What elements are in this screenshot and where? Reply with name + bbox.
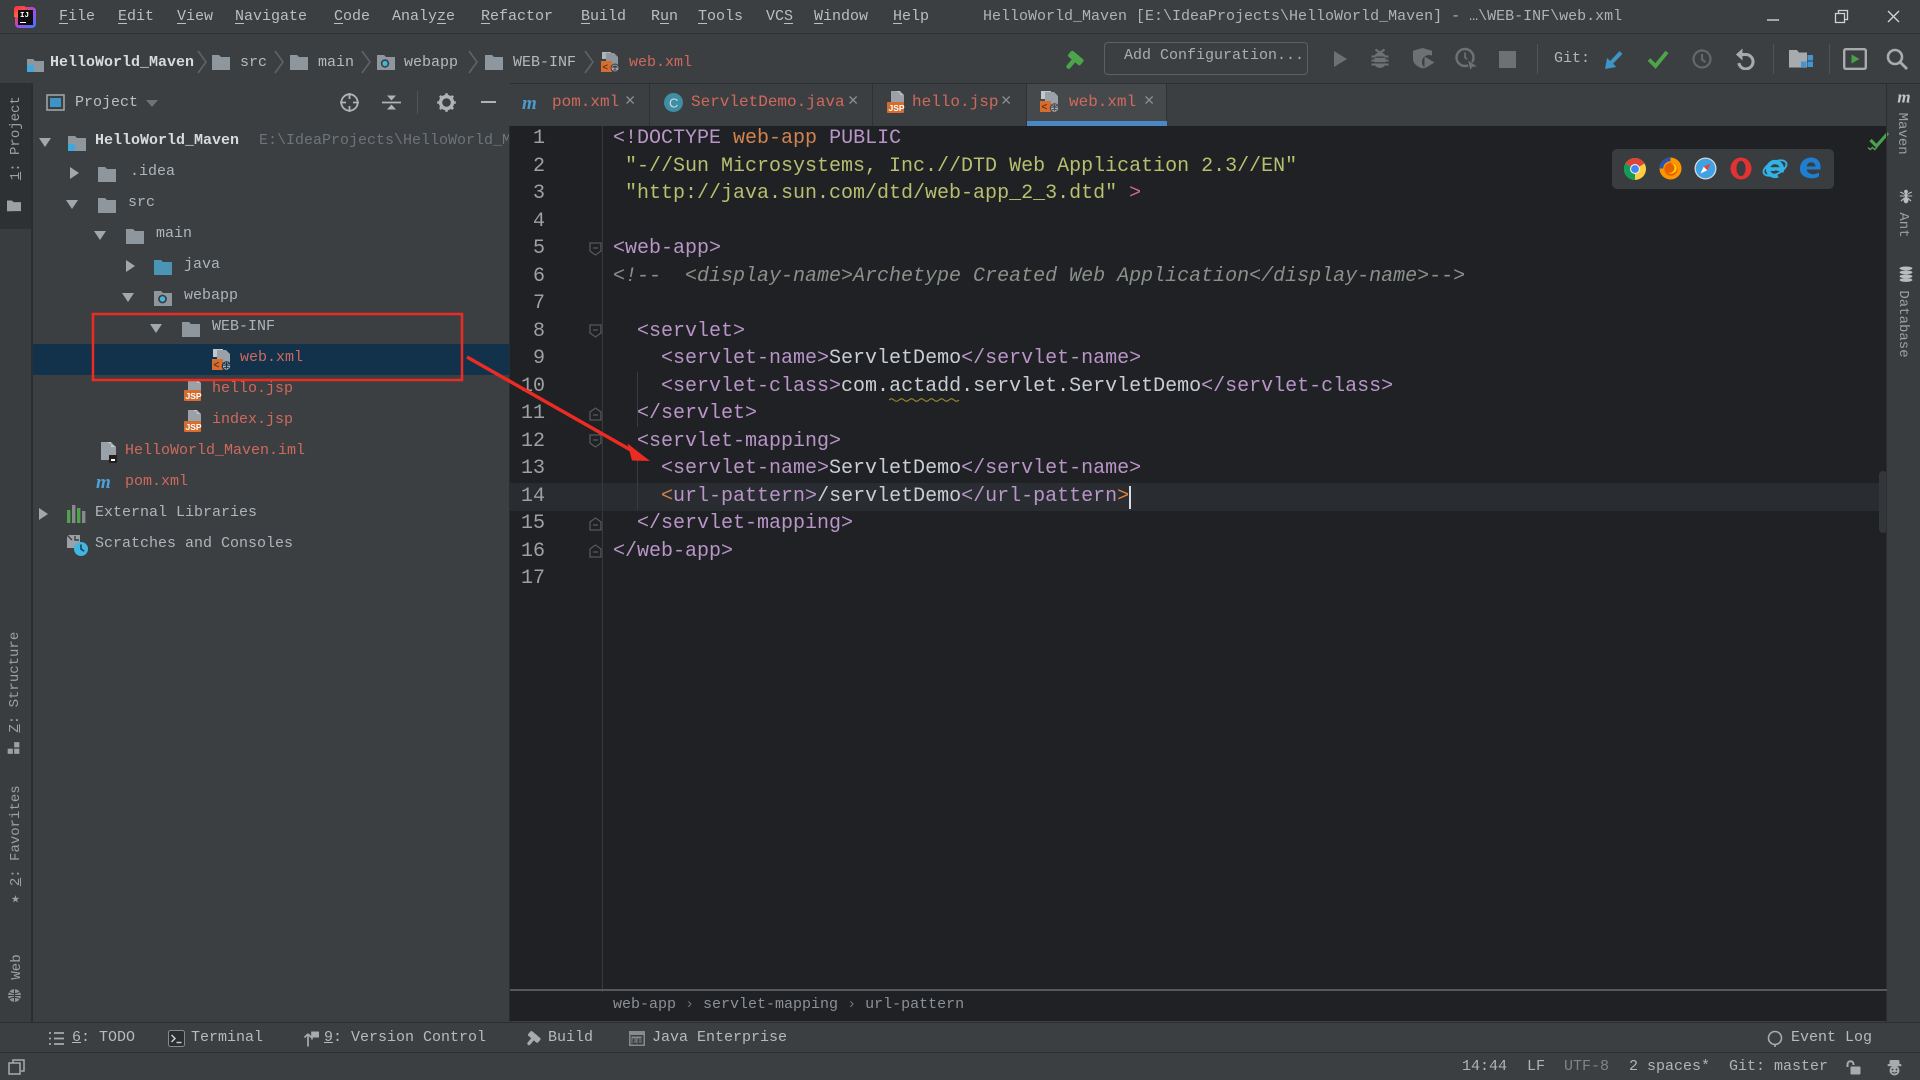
svg-text:<: < — [214, 360, 220, 371]
svg-text:m: m — [522, 93, 537, 112]
svg-text:EE: EE — [632, 1037, 642, 1046]
svg-text:m: m — [96, 472, 111, 492]
svg-text:<: < — [603, 62, 609, 73]
svg-text:JSP: JSP — [889, 103, 905, 113]
svg-text:C: C — [669, 96, 678, 111]
svg-text:JSP: JSP — [186, 391, 202, 401]
svg-text:<: < — [1042, 102, 1048, 113]
svg-text:JSP: JSP — [186, 422, 202, 432]
